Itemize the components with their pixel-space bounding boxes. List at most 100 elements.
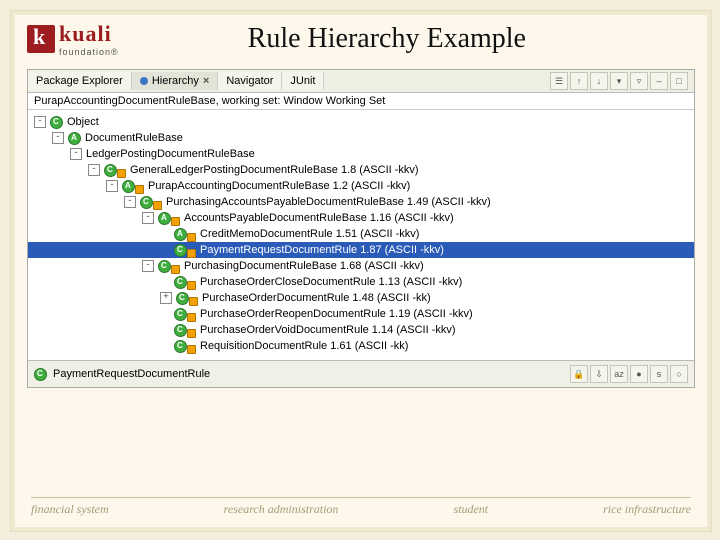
tab-label: JUnit: [290, 75, 315, 87]
subtype-hierarchy-icon[interactable]: ↓: [590, 72, 608, 90]
tree-node[interactable]: - AccountsPayableDocumentRuleBase 1.16 (A…: [28, 210, 694, 226]
class-icon: [50, 116, 63, 129]
expand-placeholder: [160, 325, 170, 335]
override-decorator-icon: [187, 233, 196, 242]
slide-title: Rule Hierarchy Example: [119, 23, 695, 55]
show-inherited-icon[interactable]: ⇩: [590, 365, 608, 383]
tree-node[interactable]: - Object: [28, 114, 694, 130]
abstract-class-icon: [158, 212, 171, 225]
tree-node-label: CreditMemoDocumentRule 1.51 (ASCII -kkv): [200, 228, 419, 240]
tree-node-label: PurchaseOrderReopenDocumentRule 1.19 (AS…: [200, 308, 473, 320]
tree-node-label: RequisitionDocumentRule 1.61 (ASCII -kk): [200, 340, 408, 352]
class-icon: [140, 196, 153, 209]
collapse-icon[interactable]: -: [142, 260, 154, 272]
collapse-icon[interactable]: -: [52, 132, 64, 144]
tree-node[interactable]: PurchaseOrderVoidDocumentRule 1.14 (ASCI…: [28, 322, 694, 338]
collapse-icon[interactable]: -: [142, 212, 154, 224]
override-decorator-icon: [187, 281, 196, 290]
close-icon[interactable]: ×: [203, 75, 209, 87]
collapse-icon[interactable]: -: [34, 116, 46, 128]
override-decorator-icon: [189, 297, 198, 306]
abstract-class-icon: [68, 132, 81, 145]
override-decorator-icon: [187, 249, 196, 258]
logo-sub: foundation®: [59, 47, 119, 57]
kuali-logo: kuali foundation®: [27, 21, 119, 57]
override-decorator-icon: [187, 329, 196, 338]
tree-node[interactable]: RequisitionDocumentRule 1.61 (ASCII -kk): [28, 338, 694, 354]
lock-icon[interactable]: 🔒: [570, 365, 588, 383]
tab-hierarchy[interactable]: Hierarchy ×: [132, 72, 219, 90]
sort-icon[interactable]: az: [610, 365, 628, 383]
tree-node-label: DocumentRuleBase: [85, 132, 183, 144]
slide-header: kuali foundation® Rule Hierarchy Example: [11, 11, 711, 61]
expand-placeholder: [160, 245, 170, 255]
expand-placeholder: [160, 341, 170, 351]
class-icon: [174, 308, 187, 321]
override-decorator-icon: [187, 345, 196, 354]
class-hierarchy-tree[interactable]: -Object-DocumentRuleBase-LedgerPostingDo…: [28, 110, 694, 360]
tab-label: Hierarchy: [152, 75, 199, 87]
tree-node[interactable]: - GeneralLedgerPostingDocumentRuleBase 1.…: [28, 162, 694, 178]
tree-node-label: Object: [67, 116, 99, 128]
expand-placeholder: [160, 309, 170, 319]
class-icon: [104, 164, 117, 177]
tree-node[interactable]: PurchaseOrderCloseDocumentRule 1.13 (ASC…: [28, 274, 694, 290]
class-icon: [174, 244, 187, 257]
tree-node[interactable]: -LedgerPostingDocumentRuleBase: [28, 146, 694, 162]
focus-description: PurapAccountingDocumentRuleBase, working…: [28, 93, 694, 110]
collapse-icon[interactable]: -: [88, 164, 100, 176]
tab-label: Package Explorer: [36, 75, 123, 87]
expand-placeholder: [160, 229, 170, 239]
tree-node-label: PaymentRequestDocumentRule 1.87 (ASCII -…: [200, 244, 444, 256]
logo-word: kuali: [59, 21, 119, 47]
tree-node-label: GeneralLedgerPostingDocumentRuleBase 1.8…: [130, 164, 419, 176]
tree-node[interactable]: - DocumentRuleBase: [28, 130, 694, 146]
maximize-icon[interactable]: □: [670, 72, 688, 90]
selected-class-label: PaymentRequestDocumentRule: [53, 368, 210, 380]
collapse-icon[interactable]: -: [106, 180, 118, 192]
tree-node-label: PurchasingAccountsPayableDocumentRuleBas…: [166, 196, 491, 208]
tree-node[interactable]: PaymentRequestDocumentRule 1.87 (ASCII -…: [28, 242, 694, 258]
collapse-icon[interactable]: -: [70, 148, 82, 160]
hierarchy-icon: [140, 77, 148, 85]
tree-node[interactable]: CreditMemoDocumentRule 1.51 (ASCII -kkv): [28, 226, 694, 242]
expand-placeholder: [160, 277, 170, 287]
filter-static-icon[interactable]: s: [650, 365, 668, 383]
footer-col-4: rice infrastructure: [603, 502, 691, 517]
view-menu-icon[interactable]: ▿: [630, 72, 648, 90]
tree-node[interactable]: - PurchasingDocumentRuleBase 1.68 (ASCII …: [28, 258, 694, 274]
filter-fields-icon[interactable]: ●: [630, 365, 648, 383]
view-tabbar: Package Explorer Hierarchy × Navigator JUnit…: [28, 70, 694, 93]
minimize-icon[interactable]: –: [650, 72, 668, 90]
slide-footer: financial system research administration…: [31, 497, 691, 517]
override-decorator-icon: [153, 201, 162, 210]
type-hierarchy-icon[interactable]: ☰: [550, 72, 568, 90]
filter-nonpublic-icon[interactable]: ○: [670, 365, 688, 383]
view-toolbar: ☰ ↑ ↓ ▾ ▿ – □: [548, 70, 690, 92]
class-icon: [34, 368, 47, 381]
class-icon: [174, 340, 187, 353]
eclipse-hierarchy-view: Package Explorer Hierarchy × Navigator JUnit…: [27, 69, 695, 388]
tab-package-explorer[interactable]: Package Explorer: [28, 72, 132, 90]
tree-node-label: PurchasingDocumentRuleBase 1.68 (ASCII -…: [184, 260, 424, 272]
tab-junit[interactable]: JUnit: [282, 72, 324, 90]
override-decorator-icon: [117, 169, 126, 178]
tree-node[interactable]: -PurapAccountingDocumentRuleBase 1.2 (AS…: [28, 178, 694, 194]
tree-node[interactable]: + PurchaseOrderDocumentRule 1.48 (ASCII -…: [28, 290, 694, 306]
collapse-icon[interactable]: -: [124, 196, 136, 208]
override-decorator-icon: [171, 265, 180, 274]
expand-icon[interactable]: +: [160, 292, 172, 304]
tab-label: Navigator: [226, 75, 273, 87]
class-icon: [176, 292, 189, 305]
tree-node-label: PurchaseOrderVoidDocumentRule 1.14 (ASCI…: [200, 324, 456, 336]
tree-node-label: LedgerPostingDocumentRuleBase: [86, 148, 255, 160]
class-icon: [174, 324, 187, 337]
tree-node-label: PurchaseOrderDocumentRule 1.48 (ASCII -k…: [202, 292, 431, 304]
supertype-hierarchy-icon[interactable]: ↑: [570, 72, 588, 90]
tab-navigator[interactable]: Navigator: [218, 72, 282, 90]
member-pane: PaymentRequestDocumentRule 🔒 ⇩ az ● s ○: [28, 360, 694, 387]
tree-node[interactable]: PurchaseOrderReopenDocumentRule 1.19 (AS…: [28, 306, 694, 322]
tree-node[interactable]: - PurchasingAccountsPayableDocumentRuleBa…: [28, 194, 694, 210]
tree-node-label: AccountsPayableDocumentRuleBase 1.16 (AS…: [184, 212, 454, 224]
history-icon[interactable]: ▾: [610, 72, 628, 90]
